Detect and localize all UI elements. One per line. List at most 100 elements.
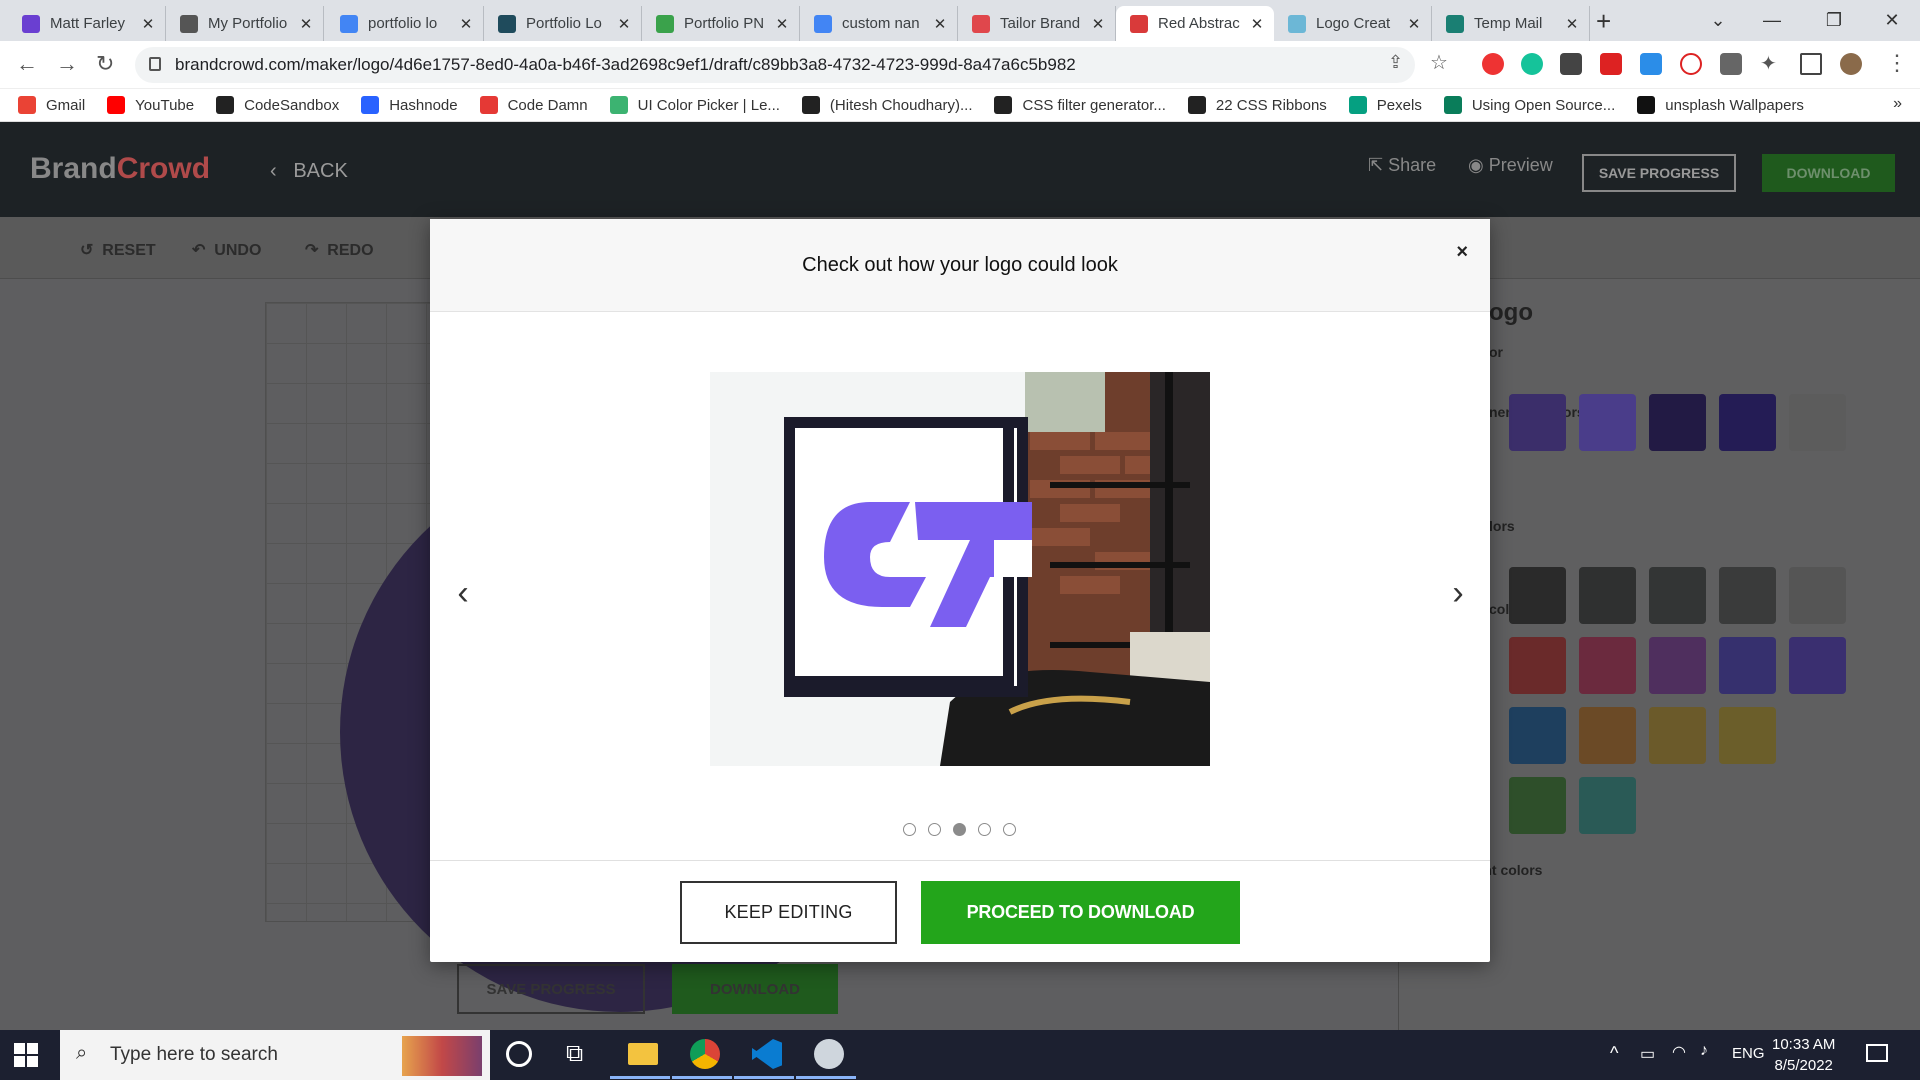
save-progress-button[interactable]: SAVE PROGRESS bbox=[1582, 154, 1736, 192]
language-indicator[interactable]: ENG bbox=[1732, 1045, 1765, 1062]
close-window-icon[interactable]: ✕ bbox=[1864, 0, 1920, 41]
bookmark-item[interactable]: CodeSandbox bbox=[216, 96, 339, 114]
tab-close-icon[interactable]: ✕ bbox=[295, 15, 317, 33]
chrome-menu-icon[interactable]: ⋮ bbox=[1886, 50, 1908, 76]
slide-dot[interactable] bbox=[928, 823, 941, 836]
color-swatch[interactable] bbox=[1509, 567, 1566, 624]
browser-tab[interactable]: My Portfolio ✕ bbox=[166, 6, 324, 41]
share-page-icon[interactable]: ⇪ bbox=[1388, 52, 1403, 73]
extension-icon-1[interactable] bbox=[1482, 53, 1504, 75]
notifications-icon[interactable] bbox=[1866, 1044, 1888, 1062]
extension-icon-4[interactable] bbox=[1600, 53, 1622, 75]
taskbar-search-field[interactable]: ⌕ Type here to search bbox=[60, 1030, 490, 1080]
color-swatch[interactable] bbox=[1719, 567, 1776, 624]
browser-tab[interactable]: Portfolio Lo ✕ bbox=[484, 6, 642, 41]
color-swatch[interactable] bbox=[1789, 567, 1846, 624]
browser-tab[interactable]: Temp Mail ✕ bbox=[1432, 6, 1590, 41]
download-button[interactable]: DOWNLOAD bbox=[1762, 154, 1895, 192]
color-swatch[interactable] bbox=[1789, 637, 1846, 694]
bottom-save-progress-button[interactable]: SAVE PROGRESS bbox=[457, 964, 645, 1014]
browser-tab[interactable]: Logo Creat ✕ bbox=[1274, 6, 1432, 41]
bookmark-item[interactable]: 22 CSS Ribbons bbox=[1187, 96, 1327, 114]
undo-button[interactable]: ↶ UNDO bbox=[192, 240, 261, 260]
color-swatch[interactable] bbox=[1719, 707, 1776, 764]
show-hidden-icons-icon[interactable]: ^ bbox=[1610, 1043, 1618, 1064]
next-slide-chevron-icon[interactable]: › bbox=[1443, 574, 1473, 613]
color-swatch[interactable] bbox=[1509, 637, 1566, 694]
bookmark-item[interactable]: Hashnode bbox=[361, 96, 458, 114]
tab-close-icon[interactable]: ✕ bbox=[929, 15, 951, 33]
side-panel-icon[interactable] bbox=[1800, 53, 1822, 75]
bookmark-item[interactable]: YouTube bbox=[107, 96, 194, 114]
close-icon[interactable]: × bbox=[1456, 241, 1468, 264]
task-view-icon[interactable]: ⧉ bbox=[566, 1040, 596, 1070]
extension-icon-5[interactable] bbox=[1640, 53, 1662, 75]
color-swatch[interactable] bbox=[1509, 394, 1566, 451]
color-swatch[interactable] bbox=[1509, 707, 1566, 764]
reset-button[interactable]: ↺ RESET bbox=[80, 240, 156, 260]
forward-arrow-icon[interactable]: → bbox=[56, 51, 78, 77]
color-swatch[interactable] bbox=[1579, 707, 1636, 764]
color-swatch[interactable] bbox=[1789, 394, 1846, 451]
tab-close-icon[interactable]: ✕ bbox=[1403, 15, 1425, 33]
share-button[interactable]: ⇱ Share bbox=[1368, 155, 1436, 176]
vscode-icon[interactable] bbox=[752, 1039, 782, 1069]
minimize-icon[interactable]: — bbox=[1744, 0, 1800, 41]
color-swatch[interactable] bbox=[1579, 394, 1636, 451]
reload-icon[interactable]: ↻ bbox=[96, 51, 114, 77]
profile-avatar[interactable] bbox=[1840, 53, 1862, 75]
tab-close-icon[interactable]: ✕ bbox=[1561, 15, 1583, 33]
system-clock[interactable]: 10:33 AM 8/5/2022 bbox=[1772, 1034, 1835, 1076]
more-bookmarks-icon[interactable]: » bbox=[1893, 95, 1902, 113]
slide-dot[interactable] bbox=[978, 823, 991, 836]
chrome-icon[interactable] bbox=[690, 1039, 720, 1069]
color-swatch[interactable] bbox=[1579, 777, 1636, 834]
tab-close-icon[interactable]: ✕ bbox=[455, 15, 477, 33]
color-swatch[interactable] bbox=[1649, 394, 1706, 451]
extension-icon-7[interactable] bbox=[1720, 53, 1742, 75]
color-swatch[interactable] bbox=[1649, 567, 1706, 624]
browser-tab[interactable]: Red Abstrac ✕ bbox=[1116, 6, 1274, 41]
bookmark-star-icon[interactable]: ☆ bbox=[1430, 50, 1448, 75]
back-link[interactable]: ‹ BACK bbox=[270, 160, 348, 183]
maximize-icon[interactable]: ❐ bbox=[1806, 0, 1862, 41]
new-tab-button[interactable]: + bbox=[1596, 6, 1611, 37]
bookmark-item[interactable]: Using Open Source... bbox=[1443, 96, 1615, 114]
tab-search-chevron-icon[interactable]: ⌄ bbox=[1690, 0, 1746, 41]
browser-tab[interactable]: portfolio lo ✕ bbox=[326, 6, 484, 41]
color-swatch[interactable] bbox=[1579, 567, 1636, 624]
bookmark-item[interactable]: unsplash Wallpapers bbox=[1637, 96, 1804, 114]
color-swatch[interactable] bbox=[1719, 394, 1776, 451]
extension-icon-3[interactable] bbox=[1560, 53, 1582, 75]
browser-tab[interactable]: Tailor Brand ✕ bbox=[958, 6, 1116, 41]
bookmark-item[interactable]: UI Color Picker | Le... bbox=[609, 96, 780, 114]
windows-start-icon[interactable] bbox=[14, 1043, 38, 1067]
slide-dot[interactable] bbox=[953, 823, 966, 836]
preview-button[interactable]: ◉ Preview bbox=[1468, 155, 1553, 176]
browser-tab[interactable]: Matt Farley ✕ bbox=[8, 6, 166, 41]
redo-button[interactable]: ↷ REDO bbox=[305, 240, 374, 260]
bookmark-item[interactable]: Gmail bbox=[18, 96, 85, 114]
browser-tab[interactable]: custom nan ✕ bbox=[800, 6, 958, 41]
battery-icon[interactable]: ▭ bbox=[1640, 1044, 1655, 1064]
keep-editing-button[interactable]: KEEP EDITING bbox=[680, 881, 897, 944]
back-arrow-icon[interactable]: ← bbox=[16, 51, 38, 77]
color-swatch[interactable] bbox=[1579, 637, 1636, 694]
grammarly-icon[interactable] bbox=[1521, 53, 1543, 75]
prev-slide-chevron-icon[interactable]: ‹ bbox=[448, 574, 478, 613]
tab-close-icon[interactable]: ✕ bbox=[1246, 15, 1268, 33]
url-field[interactable]: brandcrowd.com/maker/logo/4d6e1757-8ed0-… bbox=[135, 47, 1415, 83]
cortana-icon[interactable] bbox=[506, 1041, 532, 1067]
paint-icon[interactable] bbox=[814, 1039, 844, 1069]
tab-close-icon[interactable]: ✕ bbox=[137, 15, 159, 33]
wifi-icon[interactable]: ◠ bbox=[1672, 1042, 1686, 1062]
browser-tab[interactable]: Portfolio PN ✕ bbox=[642, 6, 800, 41]
tab-close-icon[interactable]: ✕ bbox=[771, 15, 793, 33]
extension-icon-6[interactable] bbox=[1680, 53, 1702, 75]
extensions-puzzle-icon[interactable]: ✦ bbox=[1760, 51, 1777, 76]
bookmark-item[interactable]: (Hitesh Choudhary)... bbox=[801, 96, 972, 114]
bottom-download-button[interactable]: DOWNLOAD bbox=[672, 964, 838, 1014]
file-explorer-icon[interactable] bbox=[628, 1043, 658, 1065]
color-swatch[interactable] bbox=[1719, 637, 1776, 694]
color-swatch[interactable] bbox=[1649, 707, 1706, 764]
